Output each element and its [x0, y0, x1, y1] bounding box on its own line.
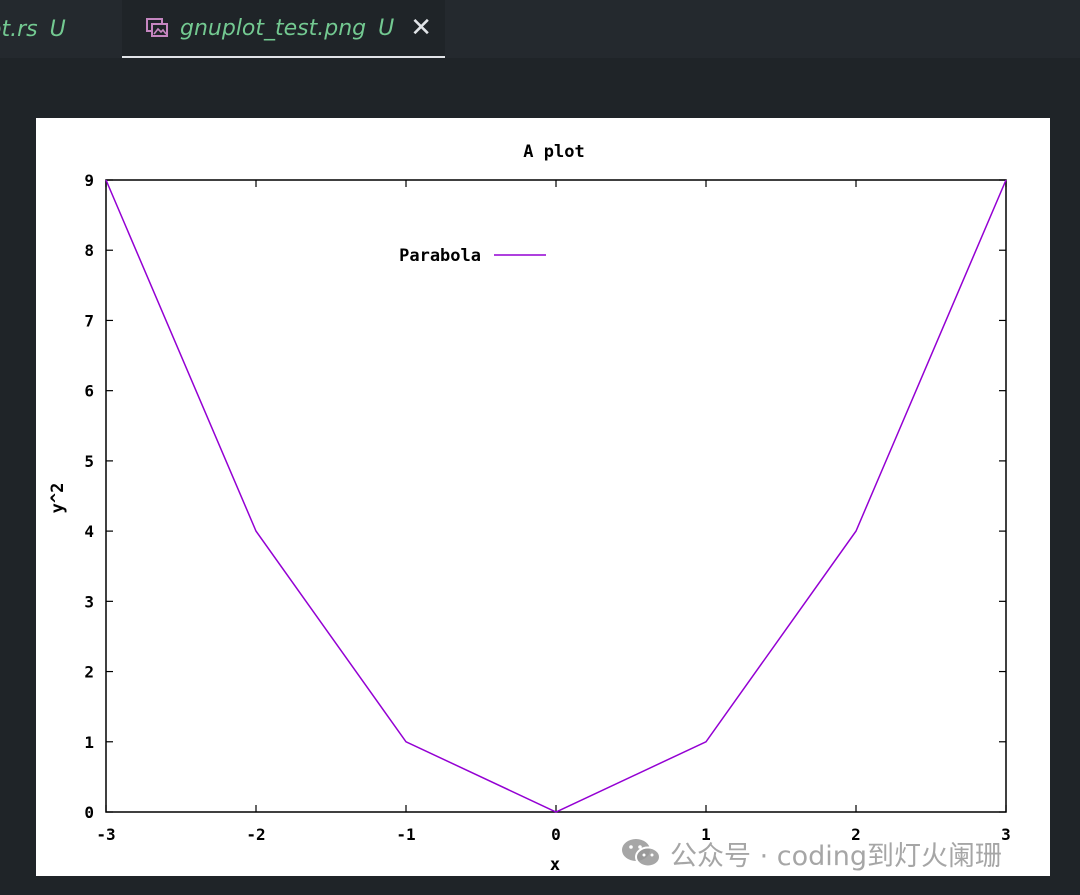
editor-tab-bar: ot.rs U gnuplot_test.png U ✕ — [0, 0, 1080, 58]
x-tick-label: -1 — [396, 825, 415, 844]
y-tick-label: 1 — [84, 733, 94, 752]
x-tick-label: -2 — [246, 825, 265, 844]
tab-gnuplot-test-png[interactable]: gnuplot_test.png U ✕ — [122, 0, 445, 58]
series-parabola-line — [105, 179, 1007, 813]
wechat-icon — [622, 839, 661, 868]
y-tick-label: 9 — [84, 171, 94, 190]
untracked-badge: U — [49, 16, 66, 42]
close-icon[interactable]: ✕ — [410, 15, 432, 41]
y-axis-label: y^2 — [48, 483, 68, 514]
y-tick-label: 6 — [84, 382, 94, 401]
untracked-badge: U — [378, 15, 395, 41]
y-tick-label: 0 — [84, 803, 94, 822]
y-tick-label: 7 — [84, 311, 94, 330]
chart-title: A plot — [523, 142, 584, 162]
tab-plot-rs[interactable]: ot.rs U — [0, 0, 108, 58]
y-tick-label: 4 — [84, 522, 94, 541]
y-tick-label: 2 — [84, 663, 94, 682]
gnuplot-image: A plot -3 -2 -1 0 1 2 3 0 1 2 3 4 5 6 7 8 9 Parabola x y… — [36, 118, 1050, 876]
legend-label-parabola: Parabola — [399, 246, 481, 266]
x-tick-label: -3 — [96, 825, 115, 844]
y-tick-label: 5 — [84, 452, 94, 471]
tick-labels: -3 -2 -1 0 1 2 30123456789 — [84, 171, 1010, 844]
y-tick-label: 8 — [84, 241, 94, 260]
x-axis-label: x — [550, 855, 560, 875]
x-tick-label: 3 — [1001, 825, 1011, 844]
chart: A plot -3 -2 -1 0 1 2 30123456789 Parabola x y… — [48, 142, 1011, 875]
image-file-icon — [146, 18, 168, 37]
x-tick-label: 0 — [551, 825, 561, 844]
watermark-text: 公众号 · coding到灯火阑珊 — [670, 840, 1003, 872]
tab-label: ot.rs — [0, 16, 38, 42]
legend: Parabola — [399, 246, 546, 266]
wechat-watermark: 公众号 · coding到灯火阑珊 — [620, 834, 1002, 872]
tab-label: gnuplot_test.png — [180, 15, 367, 41]
y-tick-label: 3 — [84, 592, 94, 611]
